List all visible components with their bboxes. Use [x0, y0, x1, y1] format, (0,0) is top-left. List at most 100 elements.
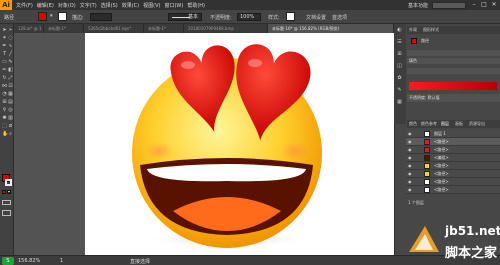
layer-row[interactable]: ◉ 图层 1: [406, 130, 500, 138]
eyedropper-icon[interactable]: ⚲: [2, 108, 7, 113]
tab-document[interactable]: 未标题-1*: [144, 24, 184, 33]
zoom-tool-icon[interactable]: ⌕: [8, 132, 13, 137]
style-swatch[interactable]: [286, 12, 295, 21]
eraser-icon[interactable]: ◧: [8, 68, 13, 73]
document-setup-button[interactable]: 文档设置: [306, 14, 326, 21]
input-method-icon[interactable]: S: [2, 257, 14, 265]
lasso-icon[interactable]: ◌: [8, 36, 13, 41]
stroke-weight-field[interactable]: [90, 13, 112, 21]
tab-document[interactable]: 5365d2bbcbd61.eps*: [84, 24, 144, 33]
paintbrush-icon[interactable]: ✎: [8, 60, 13, 65]
magic-wand-icon[interactable]: ✶: [2, 36, 7, 41]
appearance-fill-swatch[interactable]: [411, 38, 417, 44]
gradient-tool-icon[interactable]: ▤: [8, 100, 13, 105]
layer-row[interactable]: ◉ <路径>: [406, 162, 500, 170]
menu-file[interactable]: 文件(F): [16, 2, 33, 9]
perspective-grid-icon[interactable]: ▦: [8, 92, 13, 97]
appearance-stroke-row[interactable]: [407, 50, 500, 56]
maximize-button[interactable]: □: [480, 1, 488, 9]
appearance-row[interactable]: [407, 68, 500, 74]
line-tool-icon[interactable]: ╱: [8, 52, 13, 57]
stroke-style-field[interactable]: 基本: [168, 13, 202, 21]
minimize-button[interactable]: –: [470, 1, 478, 9]
free-transform-icon[interactable]: ⊡: [8, 84, 13, 89]
artboard[interactable]: [85, 33, 394, 255]
tab-graphic-styles[interactable]: 图形样式: [423, 27, 439, 33]
visibility-eye-icon[interactable]: ◉: [408, 132, 412, 136]
preferences-button[interactable]: 首选项: [332, 14, 347, 21]
curvature-tool-icon[interactable]: ∿: [8, 44, 13, 49]
fill-dropdown-icon[interactable]: ▾: [50, 13, 53, 19]
visibility-eye-icon[interactable]: ◉: [408, 148, 412, 152]
tab-artboards[interactable]: 画板: [455, 121, 463, 127]
swatches-panel-icon[interactable]: ▦: [397, 100, 402, 105]
rectangle-tool-icon[interactable]: ▭: [2, 60, 7, 65]
screen-mode-icon[interactable]: [2, 210, 11, 216]
graph-tool-icon[interactable]: ▥: [8, 116, 13, 121]
tab-document[interactable]: 20180107909488.bmp: [184, 24, 268, 33]
tab-layers[interactable]: 图层: [441, 121, 449, 127]
layer-row[interactable]: ◉ <路径>: [406, 138, 500, 146]
menu-window[interactable]: 窗口(W): [164, 2, 183, 9]
menu-type[interactable]: 文字(T): [80, 2, 97, 9]
rotate-tool-icon[interactable]: ↻: [2, 76, 7, 81]
tab-color[interactable]: 颜色: [409, 121, 417, 127]
artboard-tool-icon[interactable]: ⬚: [2, 124, 7, 129]
visibility-eye-icon[interactable]: ◉: [408, 188, 412, 192]
type-tool-icon[interactable]: T: [2, 52, 7, 57]
direct-selection-tool-icon[interactable]: ➢: [8, 28, 13, 33]
layer-row[interactable]: ◉ <路径>: [406, 186, 500, 194]
layer-row[interactable]: ◉ <编组>: [406, 154, 500, 162]
tab-document[interactable]: 未标题-1*: [44, 24, 84, 33]
workspace-switcher[interactable]: 基本功能: [408, 2, 428, 9]
blend-tool-icon[interactable]: ◎: [8, 108, 13, 113]
layer-row[interactable]: ◉ <路径>: [406, 170, 500, 178]
mesh-tool-icon[interactable]: ⊞: [2, 100, 7, 105]
artboard-number[interactable]: 1: [60, 258, 63, 264]
menu-select[interactable]: 选择(S): [101, 2, 118, 9]
width-tool-icon[interactable]: ⋈: [2, 84, 7, 89]
layer-row[interactable]: ◉ <路径>: [406, 178, 500, 186]
shape-builder-icon[interactable]: ◔: [2, 92, 7, 97]
visibility-eye-icon[interactable]: ◉: [408, 172, 412, 176]
pathfinder-panel-icon[interactable]: ◫: [397, 64, 402, 69]
tab-document-active[interactable]: 未标题-16* @ 156.82% (RGB/预览): [268, 24, 394, 33]
align-panel-icon[interactable]: ☰: [397, 40, 402, 45]
symbol-sprayer-icon[interactable]: ✺: [2, 116, 7, 121]
pen-tool-icon[interactable]: ✒: [2, 44, 7, 49]
scale-tool-icon[interactable]: ⤢: [8, 76, 13, 81]
menu-edit[interactable]: 编辑(E): [37, 2, 54, 9]
visibility-eye-icon[interactable]: ◉: [408, 140, 412, 144]
opacity-field[interactable]: 100%: [237, 13, 261, 21]
visibility-eye-icon[interactable]: ◉: [408, 164, 412, 168]
tab-asset-export[interactable]: 资源导出: [469, 121, 485, 127]
search-input[interactable]: [432, 1, 466, 9]
pencil-icon[interactable]: ✏: [2, 68, 7, 73]
visibility-eye-icon[interactable]: ◉: [408, 180, 412, 184]
menu-view[interactable]: 视图(V): [143, 2, 160, 9]
transform-panel-icon[interactable]: ⊞: [397, 52, 402, 57]
stroke-color-swatch[interactable]: [5, 179, 12, 186]
menu-object[interactable]: 对象(O): [58, 2, 76, 9]
tab-document[interactable]: 128.ai* @ 1: [14, 24, 44, 33]
draw-mode-icon[interactable]: [2, 200, 11, 205]
selection-tool-icon[interactable]: ➤: [2, 28, 7, 33]
appearance-fill-row[interactable]: 填色: [407, 58, 500, 64]
symbols-panel-icon[interactable]: ✿: [397, 76, 402, 81]
brushes-panel-icon[interactable]: ✎: [397, 88, 402, 93]
layer-row[interactable]: ◉ <路径>: [406, 146, 500, 154]
zoom-readout[interactable]: 156.82%: [18, 258, 40, 264]
stroke-swatch[interactable]: [58, 12, 67, 21]
close-button[interactable]: ✕: [490, 1, 498, 9]
slice-tool-icon[interactable]: ⧄: [8, 124, 13, 129]
menu-help[interactable]: 帮助(H): [187, 2, 205, 9]
appearance-opacity-row[interactable]: 不透明度: 默认值: [407, 94, 500, 102]
gradient-bar[interactable]: [409, 82, 497, 90]
visibility-eye-icon[interactable]: ◉: [408, 156, 412, 160]
menu-effect[interactable]: 效果(C): [122, 2, 139, 9]
fill-swatch[interactable]: [38, 12, 47, 21]
appearance-panel-icon[interactable]: ◐: [397, 28, 402, 33]
gradient-mode-icon[interactable]: [7, 190, 11, 194]
color-mode-icon[interactable]: [2, 190, 6, 194]
tab-appearance[interactable]: 外观: [409, 27, 417, 33]
